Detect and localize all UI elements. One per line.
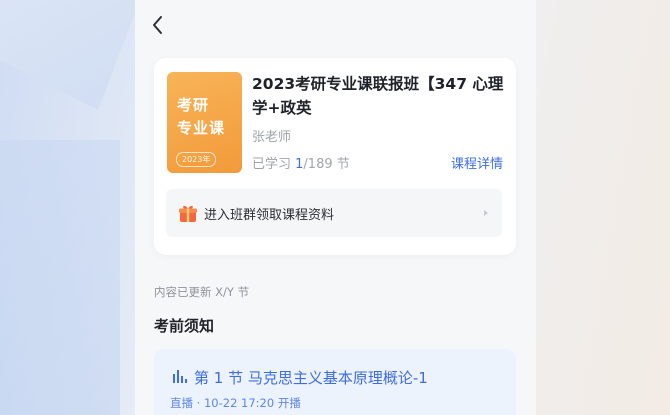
progress-suffix: /189 节: [303, 157, 350, 172]
chevron-left-icon: [153, 16, 162, 34]
cover-title-line2: 专业课: [177, 119, 226, 137]
audio-bars-icon: [173, 370, 187, 383]
section-title: 考前须知: [154, 317, 215, 335]
course-title: 2023考研专业课联报班【347 心理学+政英: [252, 75, 504, 117]
study-progress: 已学习 1/189 节: [252, 153, 350, 172]
nav-bar: [135, 0, 536, 50]
update-info: 内容已更新 X/Y 节: [154, 285, 250, 299]
teacher-name: 张老师: [252, 130, 292, 145]
gift-icon: [179, 205, 197, 222]
course-detail-link[interactable]: 课程详情: [451, 153, 503, 172]
join-group-banner[interactable]: 进入班群领取课程资料: [166, 189, 502, 237]
progress-prefix: 已学习: [252, 157, 296, 172]
background-shape: [0, 0, 140, 110]
caret-right-icon: [484, 210, 488, 216]
join-group-label: 进入班群领取课程资料: [204, 208, 335, 223]
background-shape-lower: [0, 140, 120, 415]
app-screen: 考研 专业课 2023年 2023考研专业课联报班【347 心理学+政英 张老师…: [135, 0, 536, 415]
course-cover[interactable]: 考研 专业课 2023年: [167, 72, 242, 173]
back-button[interactable]: [145, 12, 171, 38]
cover-year-badge: 2023年: [176, 152, 217, 167]
cover-title-line1: 考研: [177, 96, 210, 114]
course-card: 考研 专业课 2023年 2023考研专业课联报班【347 心理学+政英 张老师…: [154, 58, 516, 255]
lesson-title: 第 1 节 马克思主义基本原理概论-1: [194, 369, 428, 387]
lesson-meta: 直播 · 10-22 17:20 开播: [170, 396, 301, 410]
lesson-item[interactable]: 第 1 节 马克思主义基本原理概论-1 直播 · 10-22 17:20 开播: [154, 349, 516, 415]
